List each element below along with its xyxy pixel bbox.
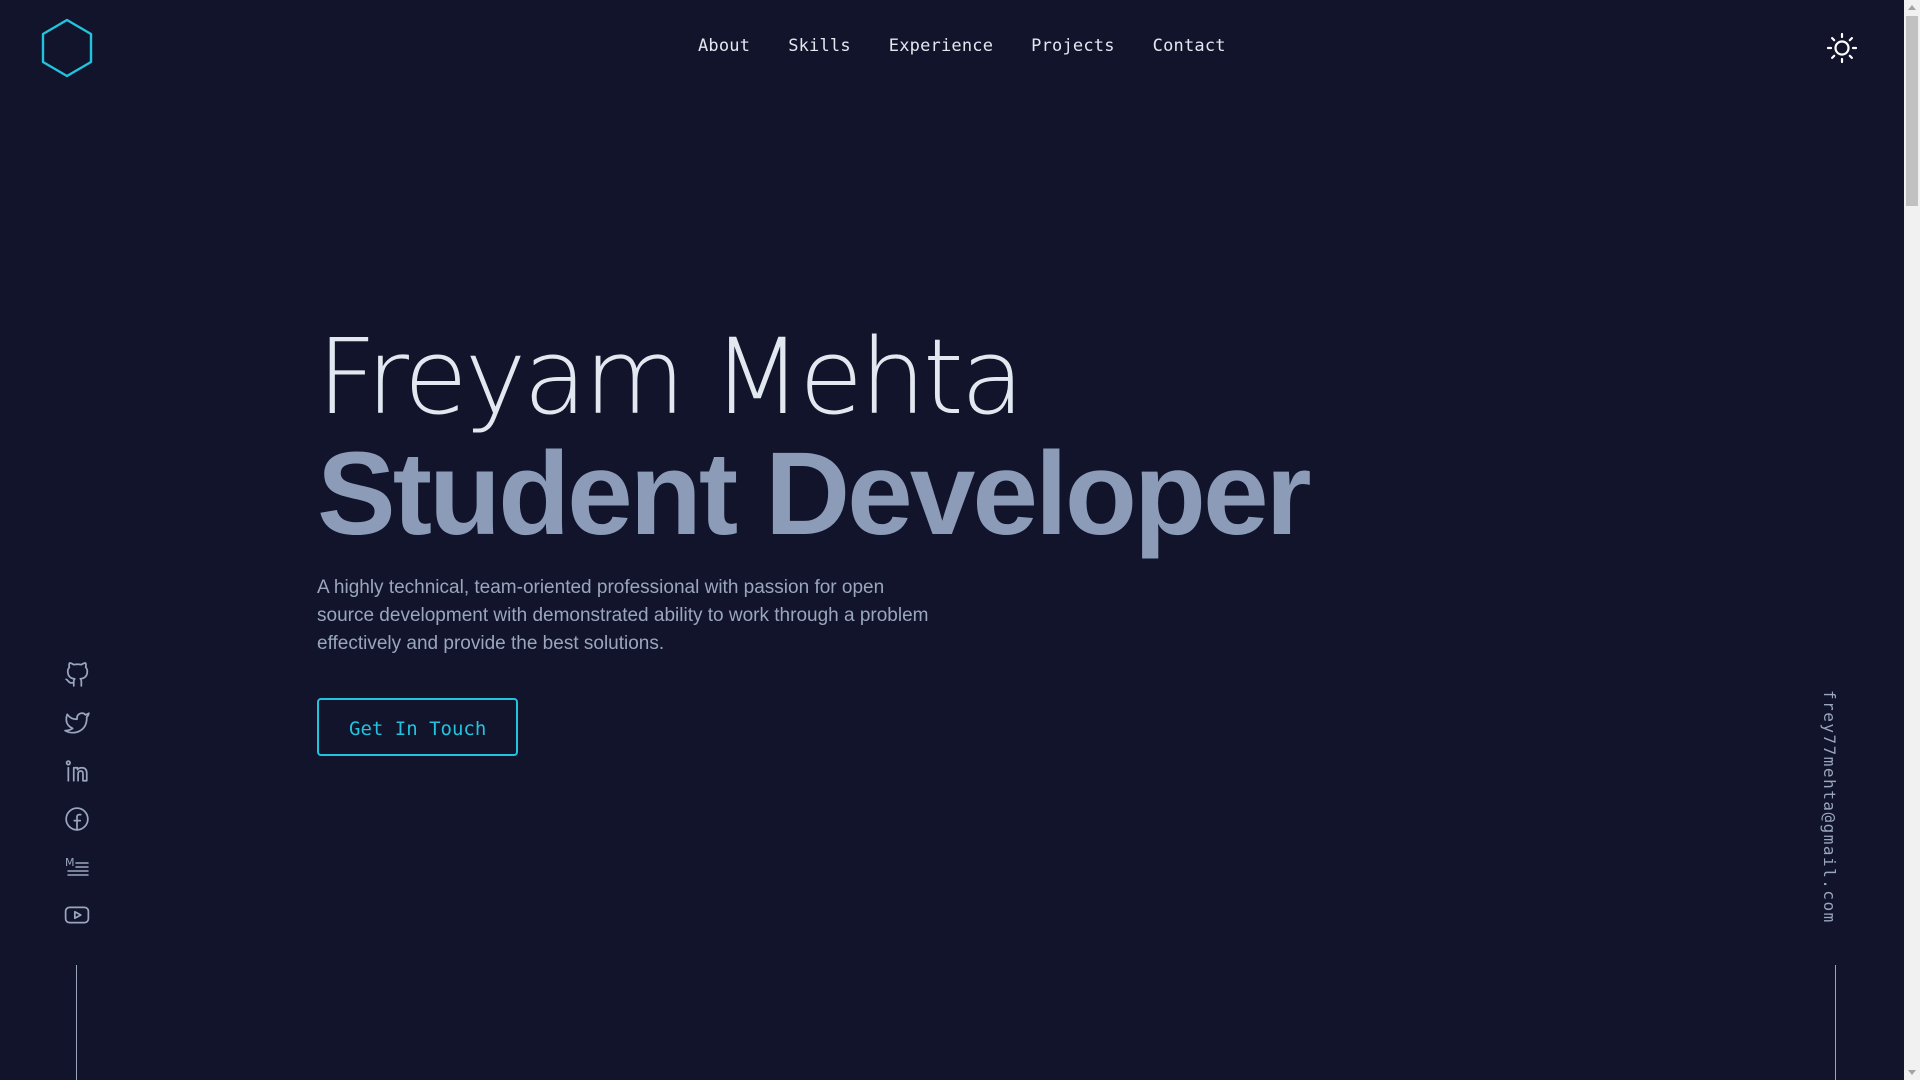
nav-link-skills[interactable]: Skills: [788, 36, 851, 56]
scroll-up-arrow-icon[interactable]: [1908, 5, 1916, 10]
linkedin-icon[interactable]: [64, 758, 90, 784]
nav-link-about[interactable]: About: [698, 36, 750, 56]
scroll-thumb[interactable]: [1906, 16, 1918, 206]
svg-text:M: M: [65, 856, 75, 869]
logo-hexagon-icon[interactable]: [40, 18, 94, 78]
github-icon[interactable]: [64, 662, 90, 688]
social-links: M: [62, 662, 92, 950]
theme-toggle-sun-icon[interactable]: [1826, 32, 1858, 64]
nav-link-projects[interactable]: Projects: [1031, 36, 1114, 56]
hero-role: Student Developer: [317, 428, 1312, 560]
left-rail-divider: [76, 965, 77, 1080]
hero-name: Freyam Mehta: [317, 316, 1025, 438]
main-nav: About Skills Experience Projects Contact: [698, 36, 1226, 56]
page: About Skills Experience Projects Contact…: [0, 0, 1904, 1080]
medium-icon[interactable]: M: [64, 854, 90, 880]
nav-link-contact[interactable]: Contact: [1153, 36, 1226, 56]
youtube-icon[interactable]: [64, 902, 90, 928]
hero-section: Freyam Mehta Student Developer A highly …: [317, 318, 1417, 756]
email-link[interactable]: frey77mehta@gmail.com: [1820, 690, 1839, 924]
nav-link-experience[interactable]: Experience: [889, 36, 993, 56]
right-rail-divider: [1835, 965, 1836, 1080]
scroll-down-arrow-icon[interactable]: [1908, 1070, 1916, 1075]
get-in-touch-button[interactable]: Get In Touch: [317, 698, 519, 756]
twitter-icon[interactable]: [64, 710, 90, 736]
vertical-scrollbar[interactable]: [1904, 0, 1920, 1080]
hero-description: A highly technical, team-oriented profes…: [317, 577, 929, 654]
facebook-icon[interactable]: [64, 806, 90, 832]
